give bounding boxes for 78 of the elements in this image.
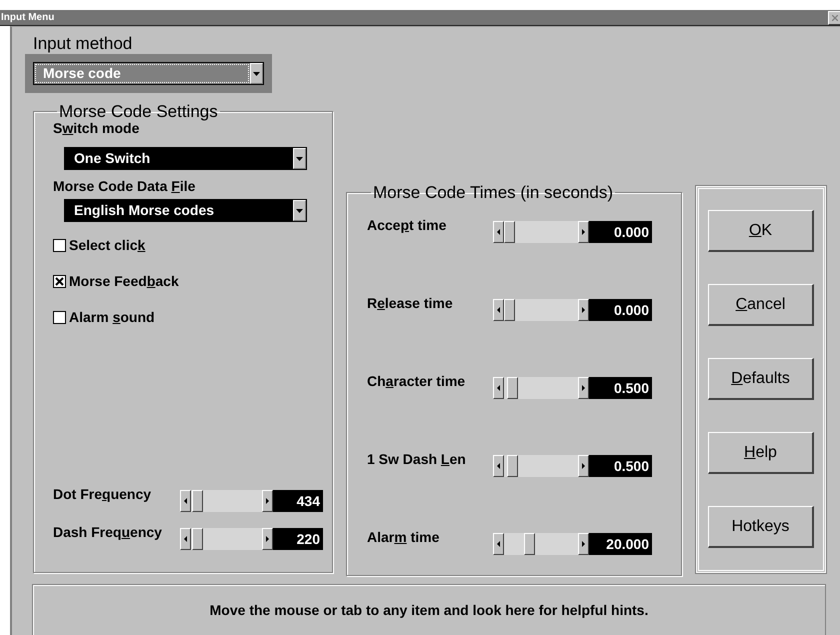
dialog-button[interactable]: Help	[708, 432, 814, 474]
scroll-right-button[interactable]	[578, 533, 589, 555]
left-arrow-icon	[497, 541, 500, 547]
left-arrow-icon	[184, 536, 187, 542]
slider-thumb[interactable]	[506, 455, 518, 477]
value-readout: 0.500	[589, 455, 652, 477]
dialog-button[interactable]: OK	[708, 210, 814, 252]
slider-label: Dash Frequency	[53, 524, 163, 540]
slider-label: Accept time	[367, 217, 448, 233]
slider-label: 1 Sw Dash Len	[367, 451, 467, 467]
scroll-right-button[interactable]	[262, 490, 273, 512]
dropdown[interactable]: One Switch	[64, 147, 307, 170]
scroll-left-button[interactable]	[180, 490, 191, 512]
close-button[interactable]	[828, 10, 840, 24]
scroll-right-button[interactable]	[578, 377, 589, 399]
group-title: Morse Code Times (in seconds)	[372, 184, 614, 201]
dropdown-button[interactable]	[250, 63, 263, 84]
slider-label: Release time	[367, 295, 454, 311]
slider-thumb[interactable]	[504, 299, 515, 321]
value-readout: 0.000	[589, 221, 652, 243]
caret-icon	[296, 156, 303, 160]
checkbox[interactable]	[53, 310, 66, 324]
value-readout: 220	[273, 528, 323, 550]
slider-thumb[interactable]	[506, 377, 518, 399]
right-arrow-icon	[582, 229, 585, 235]
caret-icon	[253, 72, 260, 76]
right-arrow-icon	[582, 463, 585, 469]
right-arrow-icon	[582, 307, 585, 313]
scroll-right-button[interactable]	[578, 221, 589, 243]
dialog-button[interactable]: Defaults	[708, 358, 814, 400]
window-title: Input Menu	[0, 12, 54, 23]
close-icon	[832, 14, 838, 20]
field-label: Switch mode	[53, 120, 140, 136]
scroll-left-button[interactable]	[180, 528, 191, 550]
dropdown[interactable]: English Morse codes	[64, 199, 307, 222]
left-arrow-icon	[184, 498, 187, 504]
scroll-left-button[interactable]	[493, 299, 504, 321]
group-title: Morse Code Settings	[58, 103, 219, 120]
dialog-button[interactable]: Hotkeys	[708, 506, 814, 548]
left-arrow-icon	[497, 385, 500, 391]
checkbox-label: Alarm sound	[69, 309, 155, 325]
field-label: Morse Code Data File	[53, 178, 196, 194]
slider-label: Dot Frequency	[53, 486, 152, 502]
value-readout: 434	[273, 490, 323, 512]
dropdown-button[interactable]	[293, 148, 306, 169]
hint-text: Move the mouse or tab to any item and look here for helpful hints.	[210, 602, 648, 618]
slider-thumb[interactable]	[192, 528, 203, 550]
right-arrow-icon	[266, 536, 269, 542]
slider-thumb[interactable]	[504, 221, 515, 243]
checkbox-label: Select click	[69, 237, 146, 253]
slider-thumb[interactable]	[524, 533, 536, 555]
scroll-left-button[interactable]	[493, 533, 504, 555]
slider-thumb[interactable]	[192, 490, 204, 512]
slider-label: Alarm time	[367, 529, 440, 545]
value-readout: 0.000	[589, 299, 652, 321]
right-arrow-icon	[266, 498, 269, 504]
value-readout: 0.500	[589, 377, 652, 399]
right-arrow-icon	[582, 385, 585, 391]
dropdown[interactable]: Morse code	[33, 62, 264, 85]
checkbox[interactable]	[53, 238, 66, 252]
dropdown-button[interactable]	[293, 200, 306, 221]
left-arrow-icon	[497, 463, 500, 469]
caret-icon	[296, 208, 303, 212]
scroll-left-button[interactable]	[493, 221, 504, 243]
scroll-right-button[interactable]	[578, 455, 589, 477]
right-arrow-icon	[582, 541, 585, 547]
scroll-left-button[interactable]	[493, 377, 504, 399]
scroll-right-button[interactable]	[262, 528, 273, 550]
left-arrow-icon	[497, 229, 500, 235]
scroll-right-button[interactable]	[578, 299, 589, 321]
left-arrow-icon	[497, 307, 500, 313]
scroll-left-button[interactable]	[493, 455, 504, 477]
dialog-button[interactable]: Cancel	[708, 284, 814, 326]
value-readout: 20.000	[589, 533, 652, 555]
checkbox[interactable]	[53, 274, 66, 288]
checkbox-label: Morse Feedback	[69, 273, 179, 289]
slider-label: Character time	[367, 373, 466, 389]
field-label: Input method	[33, 36, 132, 50]
